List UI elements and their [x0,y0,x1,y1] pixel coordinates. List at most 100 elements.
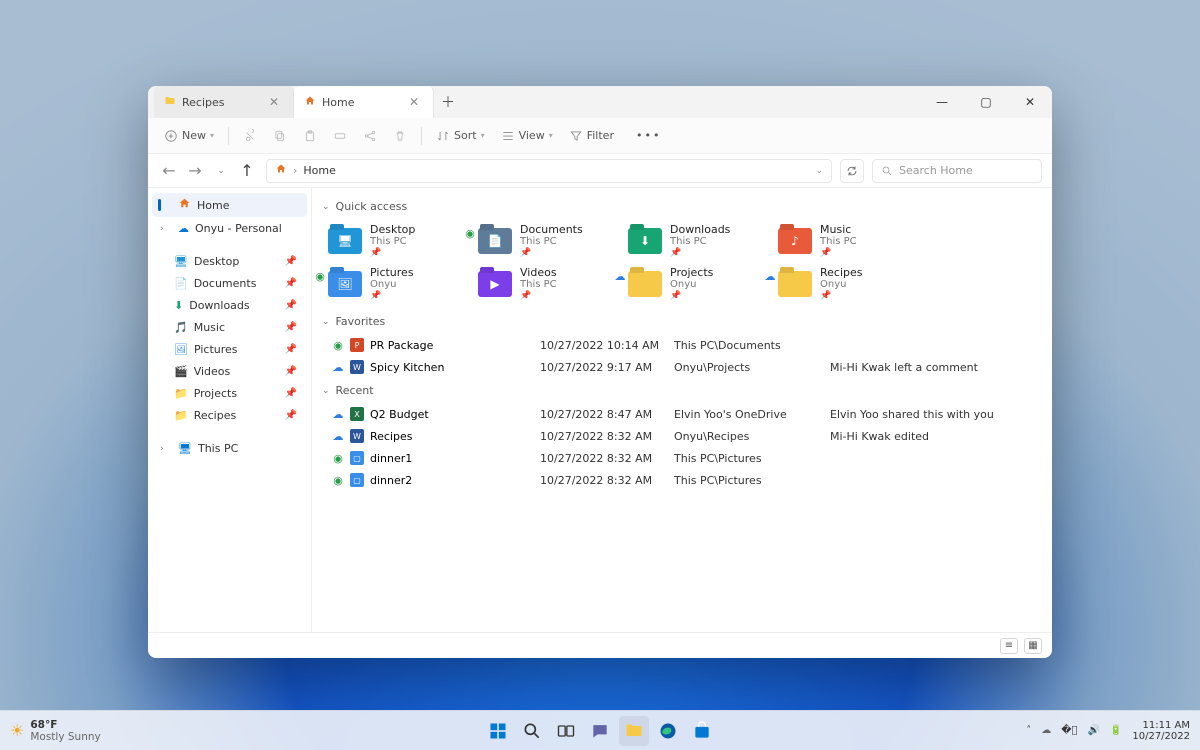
close-icon[interactable]: ✕ [265,94,283,110]
file-name: Spicy Kitchen [370,361,444,374]
search-box[interactable]: Search Home [872,159,1042,183]
chevron-down-icon: ⌄ [322,317,330,327]
wifi-icon[interactable]: �఼ [1061,725,1077,736]
maximize-button[interactable]: ▢ [964,86,1008,118]
share-button[interactable] [357,125,383,147]
chevron-down-icon[interactable]: ⌄ [815,166,823,176]
new-button[interactable]: New ▾ [158,125,220,147]
quick-access-item[interactable]: ☁ Projects Onyu 📌 [628,264,758,303]
file-name: dinner2 [370,474,412,487]
close-button[interactable]: ✕ [1008,86,1052,118]
sidebar-item-documents[interactable]: 📄 Documents 📌 [152,273,307,294]
file-activity: Mi-Hi Kwak edited [830,430,1036,443]
delete-button[interactable] [387,125,413,147]
filter-button[interactable]: Filter [563,125,620,147]
tab-home[interactable]: Home ✕ [294,86,434,118]
sync-badge-icon: ◉ [314,270,326,283]
quick-access-item[interactable]: ♪ Music This PC 📌 [778,221,908,260]
synced-status-icon: ◉ [332,474,344,487]
sidebar-item-home[interactable]: Home [152,193,307,217]
up-button[interactable]: ↑ [236,160,258,182]
task-view-button[interactable] [551,716,581,746]
taskbar-center [483,716,717,746]
chevron-up-icon[interactable]: ˄ [1026,725,1031,736]
view-button[interactable]: View ▾ [495,125,559,147]
section-recent[interactable]: ⌄ Recent [318,378,1040,403]
refresh-button[interactable] [840,159,864,183]
view-label: View [519,129,545,142]
volume-icon[interactable]: 🔊 [1087,725,1099,736]
clock-date: 10/27/2022 [1132,731,1190,742]
quick-access-item[interactable]: ▶ Videos This PC 📌 [478,264,608,303]
more-button[interactable]: ••• [630,125,667,146]
chat-button[interactable] [585,716,615,746]
minimize-button[interactable]: — [920,86,964,118]
sort-button[interactable]: Sort ▾ [430,125,491,147]
file-row[interactable]: ☁ W Spicy Kitchen 10/27/2022 9:17 AM Ony… [318,356,1040,378]
sidebar-item-recipes[interactable]: 📁 Recipes 📌 [152,405,307,426]
sidebar-item-pictures[interactable]: 🖼 Pictures 📌 [152,339,307,360]
rename-button[interactable] [327,125,353,147]
sidebar-item-onedrive[interactable]: › ☁ Onyu - Personal [152,218,307,239]
item-location: This PC [520,279,557,291]
edge-button[interactable] [653,716,683,746]
navigation-pane: Home › ☁ Onyu - Personal 🖥 Desktop 📌📄 Do… [148,188,312,632]
tab-label: Home [322,96,354,109]
clock[interactable]: 11:11 AM 10/27/2022 [1132,720,1190,742]
store-button[interactable] [687,716,717,746]
start-button[interactable] [483,716,513,746]
folder-icon: 🖥 [328,227,362,255]
quick-access-item[interactable]: 🖥 Desktop This PC 📌 [328,221,458,260]
sidebar-item-projects[interactable]: 📁 Projects 📌 [152,383,307,404]
quick-access-item[interactable]: ☁ Recipes Onyu 📌 [778,264,908,303]
weather-widget[interactable]: ☀ 68°F Mostly Sunny [10,719,101,743]
file-row[interactable]: ◉ ▢ dinner2 10/27/2022 8:32 AM This PC\P… [318,469,1040,491]
quick-access-item[interactable]: ◉ 📄 Documents This PC 📌 [478,221,608,260]
recent-list: ☁ X Q2 Budget 10/27/2022 8:47 AM Elvin Y… [318,403,1040,491]
new-tab-button[interactable]: ＋ [434,86,462,118]
forward-button[interactable]: → [184,160,206,182]
file-explorer-button[interactable] [619,716,649,746]
system-tray[interactable]: ˄ ☁ �఼ 🔊 🔋 11:11 AM 10/27/2022 [1026,720,1190,742]
details-view-button[interactable]: ≡ [1000,638,1018,654]
section-quick-access[interactable]: ⌄ Quick access [318,194,1040,219]
sidebar-item-music[interactable]: 🎵 Music 📌 [152,317,307,338]
onedrive-tray-icon[interactable]: ☁ [1041,725,1051,736]
item-name: Videos [520,266,557,279]
sidebar-item-this-pc[interactable]: › 🖥 This PC [152,438,307,459]
tab-recipes[interactable]: Recipes ✕ [154,86,294,118]
copy-button[interactable] [267,125,293,147]
quick-access-item[interactable]: ◉ 🖼 Pictures Onyu 📌 [328,264,458,303]
chevron-right-icon[interactable]: › [160,224,164,234]
address-bar[interactable]: › Home ⌄ [266,159,832,183]
file-row[interactable]: ◉ ▢ dinner1 10/27/2022 8:32 AM This PC\P… [318,447,1040,469]
quick-access-item[interactable]: ⬇ Downloads This PC 📌 [628,221,758,260]
pin-icon: 📌 [370,248,415,258]
file-row[interactable]: ☁ W Recipes 10/27/2022 8:32 AM Onyu\Reci… [318,425,1040,447]
folder-icon: 🎵 [174,321,188,334]
sidebar-label: Downloads [189,299,249,312]
file-row[interactable]: ☁ X Q2 Budget 10/27/2022 8:47 AM Elvin Y… [318,403,1040,425]
search-button[interactable] [517,716,547,746]
paste-button[interactable] [297,125,323,147]
file-location: Onyu\Recipes [674,430,824,443]
pin-icon: 📌 [370,291,414,301]
file-location: This PC\Pictures [674,452,824,465]
close-icon[interactable]: ✕ [405,94,423,110]
back-button[interactable]: ← [158,160,180,182]
sidebar-label: This PC [198,442,238,455]
sidebar-label: Pictures [194,343,238,356]
breadcrumb-segment[interactable]: Home [303,164,335,177]
section-label: Recent [336,384,374,397]
sidebar-item-desktop[interactable]: 🖥 Desktop 📌 [152,251,307,272]
sidebar-item-downloads[interactable]: ⬇ Downloads 📌 [152,295,307,316]
thumbnails-view-button[interactable]: ▦ [1024,638,1042,654]
chevron-right-icon[interactable]: › [160,444,164,454]
battery-icon[interactable]: 🔋 [1110,725,1122,736]
cut-button[interactable] [237,125,263,147]
section-favorites[interactable]: ⌄ Favorites [318,309,1040,334]
sidebar-item-videos[interactable]: 🎬 Videos 📌 [152,361,307,382]
pin-icon: 📌 [285,278,297,289]
recent-locations-button[interactable]: ⌄ [210,160,232,182]
file-row[interactable]: ◉ P PR Package 10/27/2022 10:14 AM This … [318,334,1040,356]
